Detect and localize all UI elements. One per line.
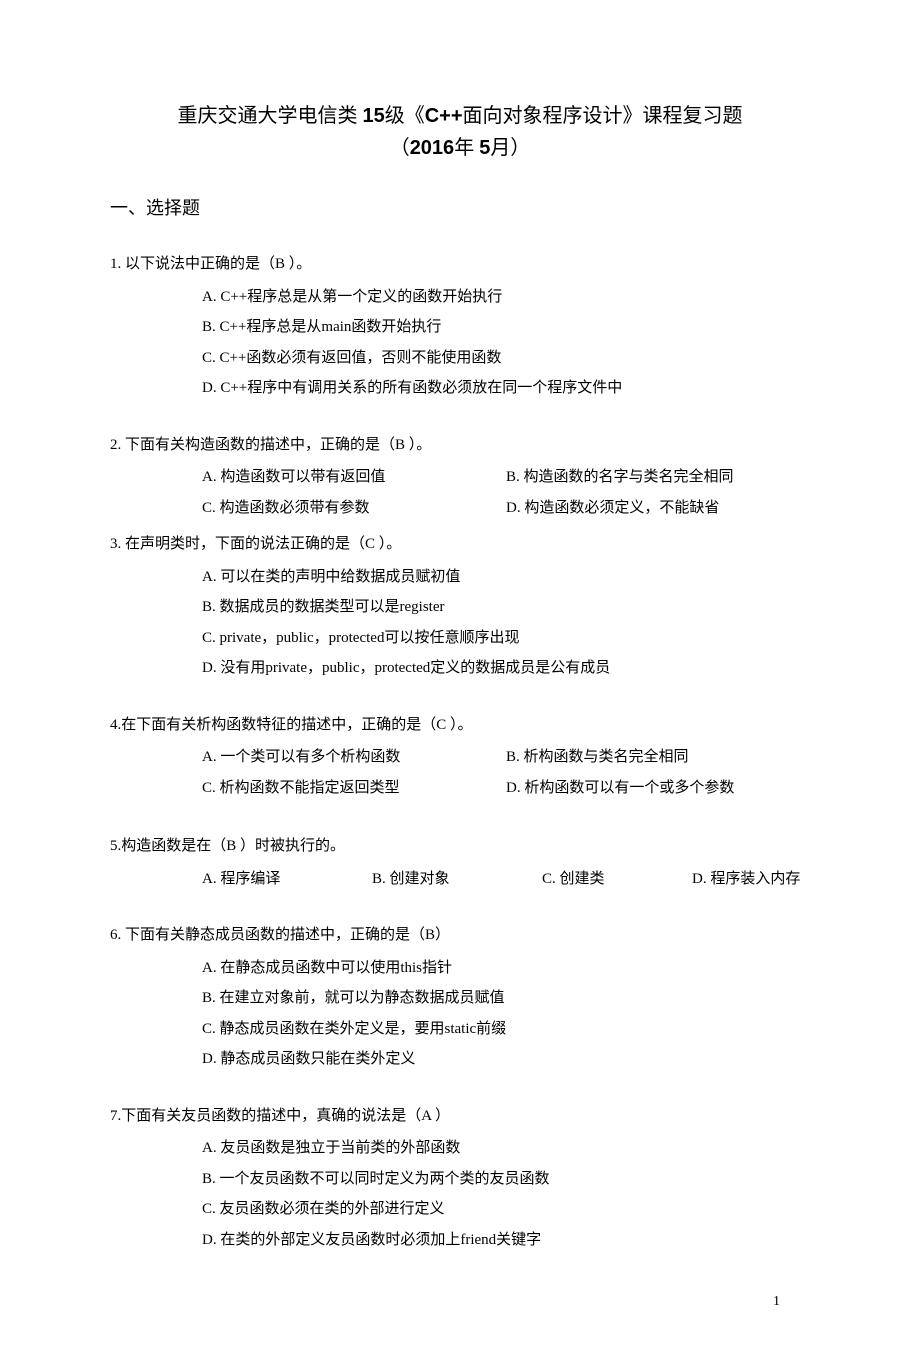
- options-col-left: A. 构造函数可以带有返回值 C. 构造函数必须带有参数: [202, 463, 506, 524]
- option-c: C. 构造函数必须带有参数: [202, 494, 506, 523]
- option-c: C. 静态成员函数在类外定义是，要用static前缀: [202, 1015, 810, 1044]
- title-text: 月）: [490, 137, 530, 159]
- question-4: 4.在下面有关析构函数特征的描述中，正确的是（C ）。 A. 一个类可以有多个析…: [110, 711, 810, 805]
- options-col-right: B. 构造函数的名字与类名完全相同 D. 构造函数必须定义，不能缺省: [506, 463, 810, 524]
- option-b: B. 创建对象: [372, 865, 512, 894]
- title-text: 面向对象程序设计》课程复习题: [463, 105, 743, 127]
- section-heading: 一、选择题: [110, 194, 810, 220]
- question-3: 3. 在声明类时，下面的说法正确的是（C ）。 A. 可以在类的声明中给数据成员…: [110, 530, 810, 683]
- title-text: （: [390, 137, 410, 159]
- option-a: A. 可以在类的声明中给数据成员赋初值: [202, 563, 810, 592]
- question-stem: 2. 下面有关构造函数的描述中，正确的是（B ）。: [110, 431, 810, 460]
- options-col-right: B. 析构函数与类名完全相同 D. 析构函数可以有一个或多个参数: [506, 743, 810, 804]
- question-5: 5.构造函数是在（B ）时被执行的。 A. 程序编译 B. 创建对象 C. 创建…: [110, 832, 810, 893]
- question-stem: 5.构造函数是在（B ）时被执行的。: [110, 832, 810, 861]
- title-line-2: （2016年 5月）: [110, 132, 810, 164]
- page-title: 重庆交通大学电信类 15级《C++面向对象程序设计》课程复习题 （2016年 5…: [110, 100, 810, 164]
- options-col-left: A. 一个类可以有多个析构函数 C. 析构函数不能指定返回类型: [202, 743, 506, 804]
- question-options: A. 程序编译 B. 创建对象 C. 创建类 D. 程序装入内存: [110, 865, 810, 894]
- option-a: A. 在静态成员函数中可以使用this指针: [202, 954, 810, 983]
- title-bold: C++: [425, 105, 463, 127]
- question-1: 1. 以下说法中正确的是（B ）。 A. C++程序总是从第一个定义的函数开始执…: [110, 250, 810, 403]
- title-text: 重庆交通大学电信类: [177, 105, 362, 127]
- option-a: A. C++程序总是从第一个定义的函数开始执行: [202, 283, 810, 312]
- option-c: C. C++函数必须有返回值，否则不能使用函数: [202, 344, 810, 373]
- title-bold: 2016: [410, 137, 455, 159]
- option-b: B. C++程序总是从main函数开始执行: [202, 313, 810, 342]
- question-7: 7.下面有关友员函数的描述中，真确的说法是（A ） A. 友员函数是独立于当前类…: [110, 1102, 810, 1255]
- question-options: A. C++程序总是从第一个定义的函数开始执行 B. C++程序总是从main函…: [110, 283, 810, 403]
- title-text: 年: [454, 137, 479, 159]
- question-stem: 3. 在声明类时，下面的说法正确的是（C ）。: [110, 530, 810, 559]
- question-stem: 6. 下面有关静态成员函数的描述中，正确的是（B）: [110, 921, 810, 950]
- question-options: A. 友员函数是独立于当前类的外部函数 B. 一个友员函数不可以同时定义为两个类…: [110, 1134, 810, 1254]
- option-d: D. 析构函数可以有一个或多个参数: [506, 774, 810, 803]
- option-b: B. 构造函数的名字与类名完全相同: [506, 463, 810, 492]
- title-bold: 15: [362, 105, 384, 127]
- exam-page: 重庆交通大学电信类 15级《C++面向对象程序设计》课程复习题 （2016年 5…: [0, 0, 920, 1370]
- option-c: C. 析构函数不能指定返回类型: [202, 774, 506, 803]
- option-b: B. 在建立对象前，就可以为静态数据成员赋值: [202, 984, 810, 1013]
- option-d: D. 构造函数必须定义，不能缺省: [506, 494, 810, 523]
- question-options: A. 构造函数可以带有返回值 C. 构造函数必须带有参数 B. 构造函数的名字与…: [110, 463, 810, 524]
- option-d: D. 程序装入内存: [692, 865, 800, 894]
- option-a: A. 程序编译: [202, 865, 342, 894]
- option-b: B. 析构函数与类名完全相同: [506, 743, 810, 772]
- question-options: A. 在静态成员函数中可以使用this指针 B. 在建立对象前，就可以为静态数据…: [110, 954, 810, 1074]
- question-stem: 4.在下面有关析构函数特征的描述中，正确的是（C ）。: [110, 711, 810, 740]
- option-a: A. 一个类可以有多个析构函数: [202, 743, 506, 772]
- option-d: D. 在类的外部定义友员函数时必须加上friend关键字: [202, 1226, 810, 1255]
- option-b: B. 数据成员的数据类型可以是register: [202, 593, 810, 622]
- option-d: D. C++程序中有调用关系的所有函数必须放在同一个程序文件中: [202, 374, 810, 403]
- question-options: A. 一个类可以有多个析构函数 C. 析构函数不能指定返回类型 B. 析构函数与…: [110, 743, 810, 804]
- title-line-1: 重庆交通大学电信类 15级《C++面向对象程序设计》课程复习题: [110, 100, 810, 132]
- option-c: C. 友员函数必须在类的外部进行定义: [202, 1195, 810, 1224]
- title-bold: 5: [479, 137, 490, 159]
- option-a: A. 构造函数可以带有返回值: [202, 463, 506, 492]
- option-a: A. 友员函数是独立于当前类的外部函数: [202, 1134, 810, 1163]
- question-stem: 1. 以下说法中正确的是（B ）。: [110, 250, 810, 279]
- title-text: 级《: [385, 105, 425, 127]
- option-c: C. 创建类: [542, 865, 662, 894]
- page-number: 1: [110, 1294, 810, 1310]
- question-stem: 7.下面有关友员函数的描述中，真确的说法是（A ）: [110, 1102, 810, 1131]
- option-c: C. private，public，protected可以按任意顺序出现: [202, 624, 810, 653]
- question-2: 2. 下面有关构造函数的描述中，正确的是（B ）。 A. 构造函数可以带有返回值…: [110, 431, 810, 525]
- option-d: D. 没有用private，public，protected定义的数据成员是公有…: [202, 654, 810, 683]
- option-b: B. 一个友员函数不可以同时定义为两个类的友员函数: [202, 1165, 810, 1194]
- option-d: D. 静态成员函数只能在类外定义: [202, 1045, 810, 1074]
- question-options: A. 可以在类的声明中给数据成员赋初值 B. 数据成员的数据类型可以是regis…: [110, 563, 810, 683]
- question-6: 6. 下面有关静态成员函数的描述中，正确的是（B） A. 在静态成员函数中可以使…: [110, 921, 810, 1074]
